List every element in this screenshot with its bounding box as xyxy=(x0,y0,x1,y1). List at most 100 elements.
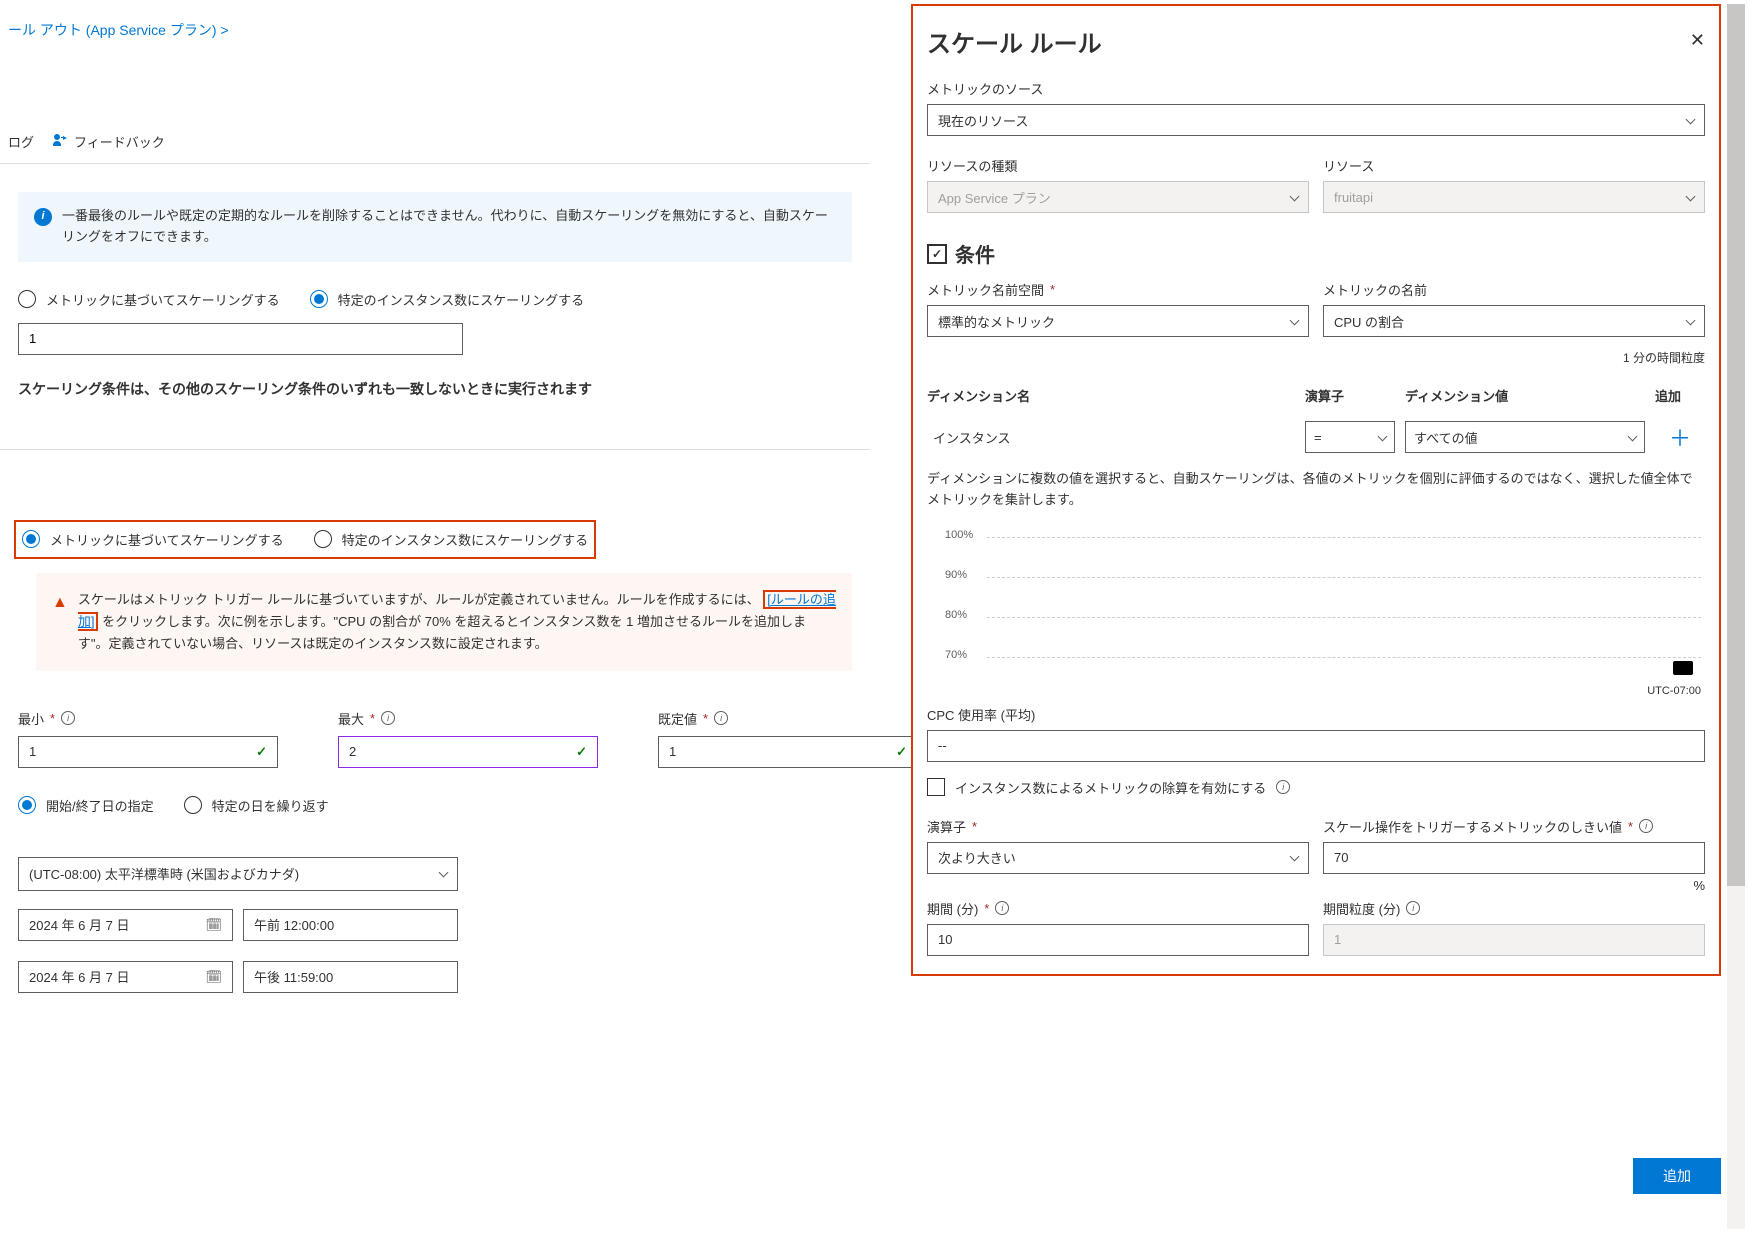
chevron-down-icon xyxy=(1290,191,1300,201)
cpc-label: CPC 使用率 (平均) xyxy=(927,705,1705,724)
condition-note: スケーリング条件は、その他のスケーリング条件のいずれも一致しないときに実行されま… xyxy=(0,373,870,429)
toolbar: ログ フィードバック xyxy=(0,120,870,164)
info-icon[interactable]: i xyxy=(1639,819,1653,833)
panel-title: スケール ルール xyxy=(927,24,1705,59)
divider xyxy=(0,449,870,450)
radio-repeat[interactable]: 特定の日を繰り返す xyxy=(184,796,329,815)
warning-text: スケールはメトリック トリガー ルールに基づいていますが、ルールが定義されていま… xyxy=(78,589,836,655)
radio-instance-1[interactable]: 特定のインスタンス数にスケーリングする xyxy=(310,290,584,309)
timezone-select[interactable]: (UTC-08:00) 太平洋標準時 (米国およびカナダ) xyxy=(18,857,458,891)
chart-tick-90: 90% xyxy=(945,569,967,581)
chevron-down-icon xyxy=(1686,191,1696,201)
radio-circle-selected-icon xyxy=(22,530,40,548)
calendar-icon: 🗓 xyxy=(205,917,222,933)
feedback-icon xyxy=(52,132,68,151)
end-date-input[interactable]: 2024 年 6 月 7 日🗓 xyxy=(18,961,233,993)
threshold-input[interactable]: 70 xyxy=(1323,842,1705,874)
info-icon[interactable]: i xyxy=(714,711,728,725)
log-label: ログ xyxy=(8,132,34,151)
info-icon[interactable]: i xyxy=(61,711,75,725)
start-time-input[interactable]: 午前 12:00:00 xyxy=(243,909,458,941)
feedback-button[interactable]: フィードバック xyxy=(52,132,165,151)
divide-checkbox-row[interactable]: インスタンス数によるメトリックの除算を有効にする i xyxy=(927,778,1705,797)
radio-instance-label: 特定のインスタンス数にスケーリングする xyxy=(338,290,584,309)
end-time-input[interactable]: 午後 11:59:00 xyxy=(243,961,458,993)
radio-circle-selected-icon xyxy=(310,290,328,308)
duration-input[interactable]: 10 xyxy=(927,924,1309,956)
start-date-input[interactable]: 2024 年 6 月 7 日🗓 xyxy=(18,909,233,941)
dim-header-name: ディメンション名 xyxy=(927,386,1295,405)
metric-source-select[interactable]: 現在のリソース xyxy=(927,104,1705,136)
radio-instance-2[interactable]: 特定のインスタンス数にスケーリングする xyxy=(314,530,588,549)
operator-label: 演算子 * xyxy=(927,817,1309,836)
duration-gran-label: 期間粒度 (分) i xyxy=(1323,899,1705,918)
dimension-help-text: ディメンションに複数の値を選択すると、自動スケーリングは、各値のメトリックを個別… xyxy=(927,469,1705,511)
close-icon[interactable]: ✕ xyxy=(1690,30,1705,51)
radio-repeat-label: 特定の日を繰り返す xyxy=(212,796,329,815)
checkbox-icon[interactable] xyxy=(927,778,945,796)
dim-operator-select[interactable]: = xyxy=(1305,421,1395,453)
chart-tick-100: 100% xyxy=(945,529,973,541)
chart-timezone: UTC-07:00 xyxy=(1647,685,1701,697)
scrollbar[interactable] xyxy=(1727,4,1745,1229)
check-icon: ✓ xyxy=(256,744,267,760)
scrollbar-thumb[interactable] xyxy=(1727,4,1745,886)
dim-header-op: 演算子 xyxy=(1305,386,1395,405)
max-input[interactable]: 2✓ xyxy=(338,736,598,768)
dim-header-add: 追加 xyxy=(1655,386,1705,405)
chevron-down-icon xyxy=(1628,431,1638,441)
resource-type-select: App Service プラン xyxy=(927,181,1309,213)
warning-box: ▲ スケールはメトリック トリガー ルールに基づいていますが、ルールが定義されて… xyxy=(36,573,852,671)
info-icon[interactable]: i xyxy=(1276,780,1290,794)
info-icon[interactable]: i xyxy=(995,901,1009,915)
add-button[interactable]: 追加 xyxy=(1633,1158,1721,1194)
max-label: 最大 * i xyxy=(338,709,598,728)
radio-metric-1[interactable]: メトリックに基づいてスケーリングする xyxy=(18,290,280,309)
feedback-label: フィードバック xyxy=(74,132,165,151)
dim-value-select[interactable]: すべての値 xyxy=(1405,421,1645,453)
radio-start-end[interactable]: 開始/終了日の指定 xyxy=(18,796,154,815)
chevron-down-icon xyxy=(1686,114,1696,124)
radio-circle-icon xyxy=(18,290,36,308)
threshold-label: スケール操作をトリガーするメトリックのしきい値 * i xyxy=(1323,817,1705,836)
chart-tick-70: 70% xyxy=(945,649,967,661)
scale-mode-row-1: メトリックに基づいてスケーリングする 特定のインスタンス数にスケーリングする xyxy=(0,286,870,323)
operator-select[interactable]: 次より大きい xyxy=(927,842,1309,874)
chevron-down-icon xyxy=(439,868,449,878)
highlighted-radio-row: メトリックに基づいてスケーリングする 特定のインスタンス数にスケーリングする xyxy=(14,520,596,559)
default-label: 既定値 * i xyxy=(658,709,918,728)
chart-marker xyxy=(1673,661,1693,675)
instance-count-input[interactable] xyxy=(18,323,463,355)
log-button[interactable]: ログ xyxy=(8,132,34,151)
info-icon: i xyxy=(34,208,52,226)
default-input[interactable]: 1✓ xyxy=(658,736,918,768)
metric-chart: 100% 90% 80% 70% UTC-07:00 xyxy=(927,529,1705,697)
info-icon[interactable]: i xyxy=(381,711,395,725)
divide-checkbox-label: インスタンス数によるメトリックの除算を有効にする xyxy=(955,778,1266,797)
min-input[interactable]: 1✓ xyxy=(18,736,278,768)
radio-metric-label-2: メトリックに基づいてスケーリングする xyxy=(50,530,284,549)
add-dimension-icon[interactable]: ＋ xyxy=(1655,421,1705,453)
calendar-icon: 🗓 xyxy=(205,969,222,985)
chart-tick-80: 80% xyxy=(945,609,967,621)
metric-name-select[interactable]: CPU の割合 xyxy=(1323,305,1705,337)
dim-header-val: ディメンション値 xyxy=(1405,386,1645,405)
cpc-value: -- xyxy=(927,730,1705,762)
dim-name-cell: インスタンス xyxy=(927,428,1295,447)
radio-circle-selected-icon xyxy=(18,796,36,814)
metric-source-label: メトリックのソース xyxy=(927,79,1705,98)
radio-metric-2[interactable]: メトリックに基づいてスケーリングする xyxy=(22,530,284,549)
info-icon[interactable]: i xyxy=(1406,901,1420,915)
checklist-icon: ✓ xyxy=(927,244,947,264)
schedule-mode-row: 開始/終了日の指定 特定の日を繰り返す xyxy=(0,792,870,829)
chevron-down-icon xyxy=(1686,315,1696,325)
check-icon: ✓ xyxy=(896,744,907,760)
instance-limits-row: 最小 * i 1✓ 最大 * i 2✓ 既定値 * i 1✓ xyxy=(0,701,870,776)
radio-metric-label: メトリックに基づいてスケーリングする xyxy=(46,290,280,309)
conditions-header: ✓ 条件 xyxy=(927,239,1705,268)
breadcrumb[interactable]: ール アウト (App Service プラン) > xyxy=(0,20,870,40)
namespace-select[interactable]: 標準的なメトリック xyxy=(927,305,1309,337)
chevron-down-icon xyxy=(1290,315,1300,325)
info-box: i 一番最後のルールや既定の定期的なルールを削除することはできません。代わりに、… xyxy=(18,192,852,262)
duration-label: 期間 (分) * i xyxy=(927,899,1309,918)
